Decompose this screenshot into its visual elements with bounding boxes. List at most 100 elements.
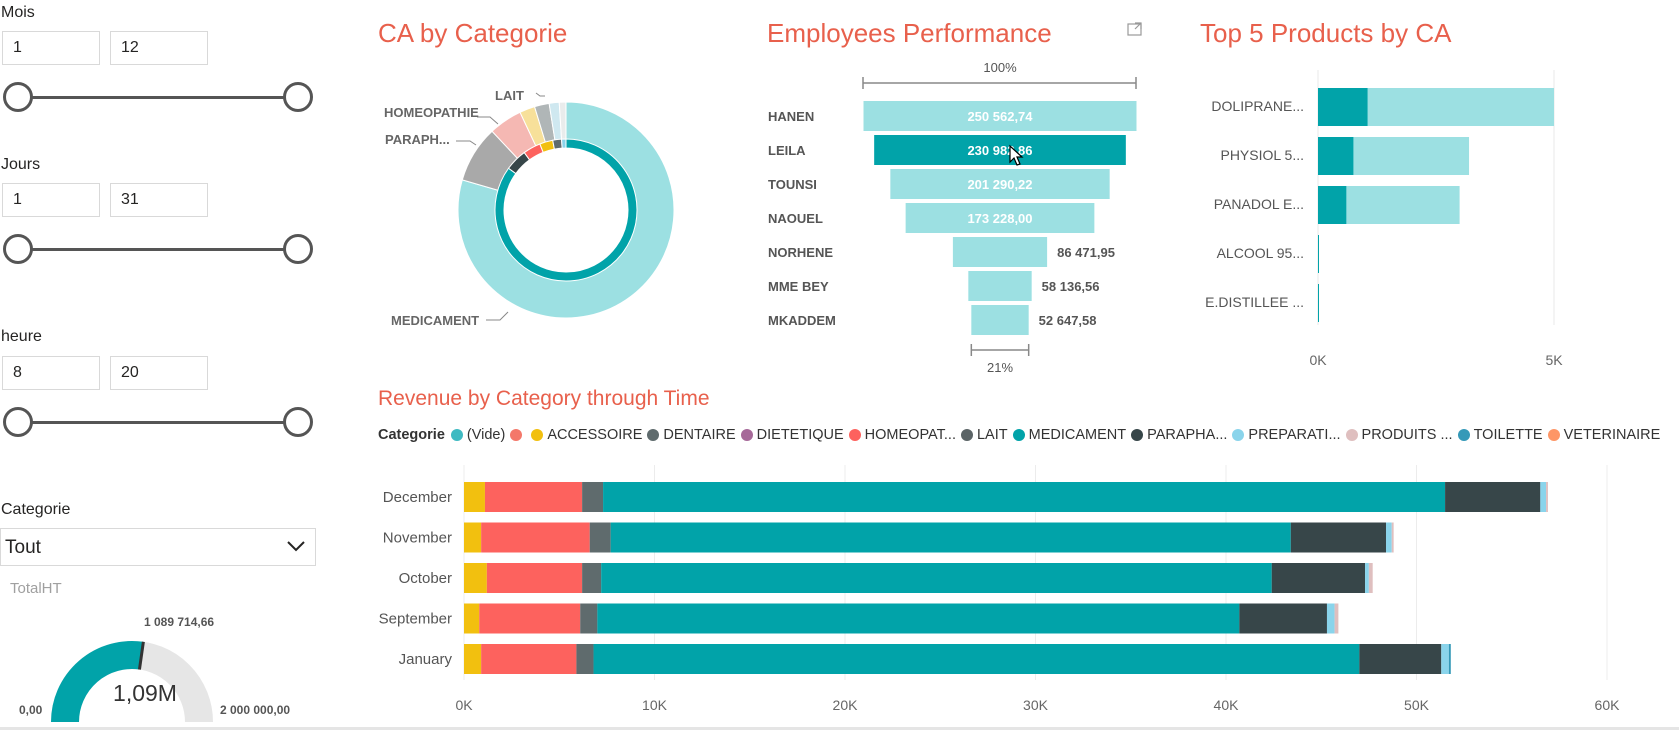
revenue-bar-segment[interactable]	[481, 522, 590, 553]
mois-slider-min-handle[interactable]	[3, 82, 33, 112]
legend-item[interactable]	[510, 429, 526, 441]
revenue-bar-segment[interactable]	[1326, 603, 1335, 634]
top5-title: Top 5 Products by CA	[1200, 18, 1452, 48]
revenue-bar-segment[interactable]	[589, 522, 611, 553]
mois-max-input[interactable]: 12	[110, 31, 208, 65]
revenue-bar-segment[interactable]	[1365, 563, 1369, 593]
top5-bar-highlight[interactable]	[1318, 186, 1347, 224]
revenue-bar-segment[interactable]	[464, 482, 485, 512]
legend-item[interactable]: PREPARATI...	[1232, 427, 1341, 443]
funnel-category-label: MKADDEM	[768, 313, 836, 328]
revenue-bar-segment[interactable]	[486, 563, 583, 593]
focus-mode-icon[interactable]	[1126, 20, 1144, 38]
revenue-bar-segment[interactable]	[1441, 644, 1449, 674]
funnel-bar[interactable]	[952, 237, 1048, 267]
revenue-bar-segment[interactable]	[1540, 482, 1547, 512]
revenue-bar-segment[interactable]	[603, 482, 1446, 512]
revenue-bar-segment[interactable]	[479, 603, 581, 634]
mois-min-input[interactable]: 1	[2, 31, 100, 65]
top5-tick-label: 5K	[1545, 352, 1563, 368]
legend-dot	[1012, 429, 1025, 441]
lait-label: LAIT	[495, 88, 524, 103]
donut-inner-slice[interactable]	[561, 138, 567, 149]
donut-chart[interactable]: LAIT HOMEOPATHIE PARAPH... MEDICAMENT	[370, 80, 700, 340]
mois-slider-track[interactable]	[18, 96, 298, 99]
donut-inner-slice[interactable]	[552, 138, 563, 150]
revenue-bar-segment[interactable]	[1445, 482, 1541, 512]
revenue-bar-segment[interactable]	[610, 522, 1291, 553]
revenue-bar-segment[interactable]	[582, 563, 602, 593]
categorie-dropdown[interactable]: Tout	[0, 528, 316, 566]
revenue-bar-segment[interactable]	[464, 563, 487, 593]
revenue-bar-segment[interactable]	[464, 603, 480, 634]
revenue-bar-segment[interactable]	[1368, 563, 1373, 593]
heure-slider-max-handle[interactable]	[283, 407, 313, 437]
jours-slider-track[interactable]	[18, 248, 298, 251]
funnel-value-label: 86 471,95	[1057, 245, 1115, 260]
legend-item[interactable]: DENTAIRE	[647, 427, 736, 443]
legend-item[interactable]: PRODUITS ...	[1345, 427, 1453, 443]
legend-label: PRODUITS ...	[1361, 427, 1453, 443]
revenue-bar-segment[interactable]	[1359, 644, 1442, 674]
legend-item[interactable]: ACCESSOIRE	[531, 427, 642, 443]
revenue-category-label: November	[383, 530, 452, 547]
jours-min-input[interactable]: 1	[2, 183, 100, 217]
revenue-bar-segment[interactable]	[1546, 482, 1548, 512]
mois-slider-max-handle[interactable]	[283, 82, 313, 112]
legend-dot	[647, 429, 660, 441]
revenue-bar-segment[interactable]	[464, 644, 482, 674]
jours-slider-min-handle[interactable]	[3, 234, 33, 264]
jours-max-input[interactable]: 31	[110, 183, 208, 217]
revenue-bar-segment[interactable]	[481, 644, 577, 674]
top5-chart[interactable]: DOLIPRANE... PHYSIOL 5... PANADOL E... ALCO…	[1190, 60, 1610, 375]
revenue-bar-segment[interactable]	[484, 482, 583, 512]
top5-bar-highlight[interactable]	[1318, 88, 1368, 126]
legend-item[interactable]: VETERINAIRE	[1547, 427, 1660, 443]
top5-bar-highlight[interactable]	[1318, 235, 1319, 273]
revenue-bar-segment[interactable]	[1448, 644, 1451, 674]
jours-slider-max-handle[interactable]	[283, 234, 313, 264]
categorie-dropdown-value: Tout	[5, 537, 41, 558]
revenue-bar-segment[interactable]	[576, 644, 594, 674]
revenue-bar-segment[interactable]	[1391, 522, 1394, 553]
revenue-bar-segment[interactable]	[1239, 603, 1327, 634]
legend-label: HOMEOPAT...	[864, 427, 956, 443]
revenue-chart[interactable]: DecemberNovemberOctoberSeptemberJanuary …	[370, 460, 1670, 728]
revenue-bar-segment[interactable]	[1386, 522, 1392, 553]
slicer-jours-title: Jours	[1, 156, 41, 173]
revenue-bar-segment[interactable]	[1334, 603, 1339, 634]
slicer-mois-title: Mois	[1, 4, 35, 21]
heure-max-input[interactable]: 20	[110, 356, 208, 390]
legend-item[interactable]: TOILETTE	[1457, 427, 1543, 443]
revenue-bar-segment[interactable]	[1271, 563, 1366, 593]
heure-slider-min-handle[interactable]	[3, 407, 33, 437]
funnel-bar[interactable]	[968, 271, 1032, 301]
legend-item[interactable]: MEDICAMENT	[1012, 427, 1126, 443]
gauge-value-label: 1,09M	[113, 680, 177, 706]
legend-item[interactable]: HOMEOPAT...	[848, 427, 956, 443]
heure-min-input[interactable]: 8	[2, 356, 100, 390]
legend-item[interactable]: PARAPHA...	[1131, 427, 1227, 443]
legend-item[interactable]: DIETETIQUE	[740, 427, 844, 443]
top5-bar-highlight[interactable]	[1318, 137, 1354, 175]
revenue-bar-segment[interactable]	[464, 522, 482, 553]
legend-dot	[1345, 429, 1358, 441]
legend-dot	[531, 429, 544, 441]
legend-label: PREPARATI...	[1248, 427, 1341, 443]
legend-item[interactable]: LAIT	[960, 427, 1008, 443]
revenue-tick-label: 30K	[1023, 697, 1049, 713]
revenue-bar-segment[interactable]	[593, 644, 1360, 674]
funnel-chart[interactable]: 100% HANEN 250 562,74LEILA 230 982,86TOUNS…	[760, 55, 1160, 380]
top5-category-label: DOLIPRANE...	[1211, 98, 1304, 114]
heure-slider-track[interactable]	[18, 421, 298, 424]
revenue-bar-segment[interactable]	[582, 482, 604, 512]
funnel-bar[interactable]	[971, 305, 1029, 335]
top5-bar-highlight[interactable]	[1318, 284, 1319, 322]
legend-item[interactable]: (Vide)	[450, 427, 505, 443]
revenue-bar-segment[interactable]	[601, 563, 1272, 593]
lait-leader-line	[535, 92, 545, 97]
funnel-category-label: NORHENE	[768, 245, 833, 260]
revenue-bar-segment[interactable]	[1290, 522, 1387, 553]
revenue-bar-segment[interactable]	[597, 603, 1240, 634]
revenue-bar-segment[interactable]	[580, 603, 598, 634]
